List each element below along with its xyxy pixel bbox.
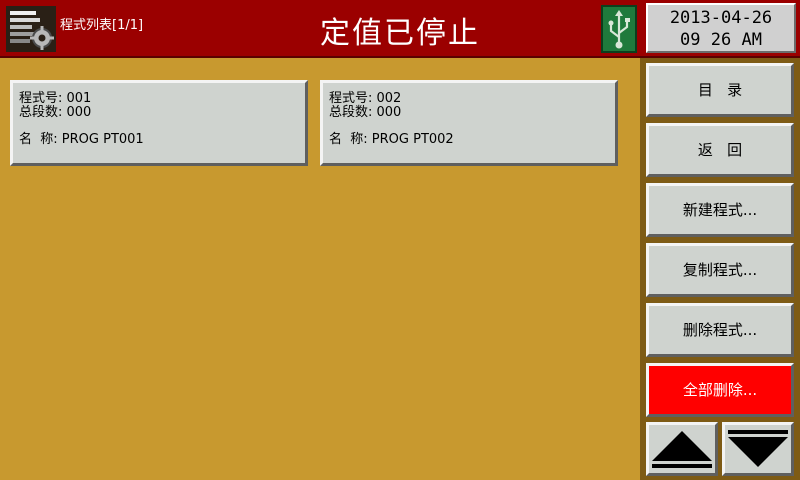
delete-program-button[interactable]: 删除程式... <box>646 303 794 357</box>
program-number: 程式号: 002 <box>329 91 402 106</box>
program-name-row: 名 称: PROG PT002 <box>329 133 615 147</box>
date-time-display: 2013-04-26 09 26 AM <box>646 3 796 53</box>
program-segments: 总段数: 000 <box>329 105 402 120</box>
time-text: 09 26 AM <box>680 30 762 50</box>
triangle-up-icon <box>652 431 712 468</box>
new-program-button[interactable]: 新建程式... <box>646 183 794 237</box>
copy-program-button[interactable]: 复制程式... <box>646 243 794 297</box>
program-segments: 总段数: 000 <box>19 105 92 120</box>
date-text: 2013-04-26 <box>669 8 773 28</box>
delete-all-button[interactable]: 全部删除... <box>646 363 794 417</box>
program-name-value: PROG PT002 <box>371 132 454 147</box>
page-indicator: 程式列表[1/1] <box>60 18 144 33</box>
page-title: 定值已停止 <box>320 16 480 51</box>
scroll-down-button[interactable] <box>722 422 794 476</box>
program-card-001[interactable]: 程式号: 001 总段数: 000 名 称: PROG PT001 <box>10 80 308 166</box>
title-bar: 程式列表[1/1] 定值已停止 2013-04-26 09 26 AM <box>0 0 800 58</box>
program-list-icon <box>6 6 56 52</box>
back-button[interactable]: 返 回 <box>646 123 794 177</box>
triangle-down-icon <box>728 430 788 467</box>
scroll-up-button[interactable] <box>646 422 718 476</box>
program-name-value: PROG PT001 <box>61 132 144 147</box>
program-name-row: 名 称: PROG PT001 <box>19 133 305 147</box>
program-card-002[interactable]: 程式号: 002 总段数: 000 名 称: PROG PT002 <box>320 80 618 166</box>
usb-icon <box>601 5 637 53</box>
program-name-label: 名 称: <box>19 132 58 147</box>
program-number: 程式号: 001 <box>19 91 92 106</box>
menu-button[interactable]: 目 录 <box>646 63 794 117</box>
program-name-label: 名 称: <box>329 132 368 147</box>
